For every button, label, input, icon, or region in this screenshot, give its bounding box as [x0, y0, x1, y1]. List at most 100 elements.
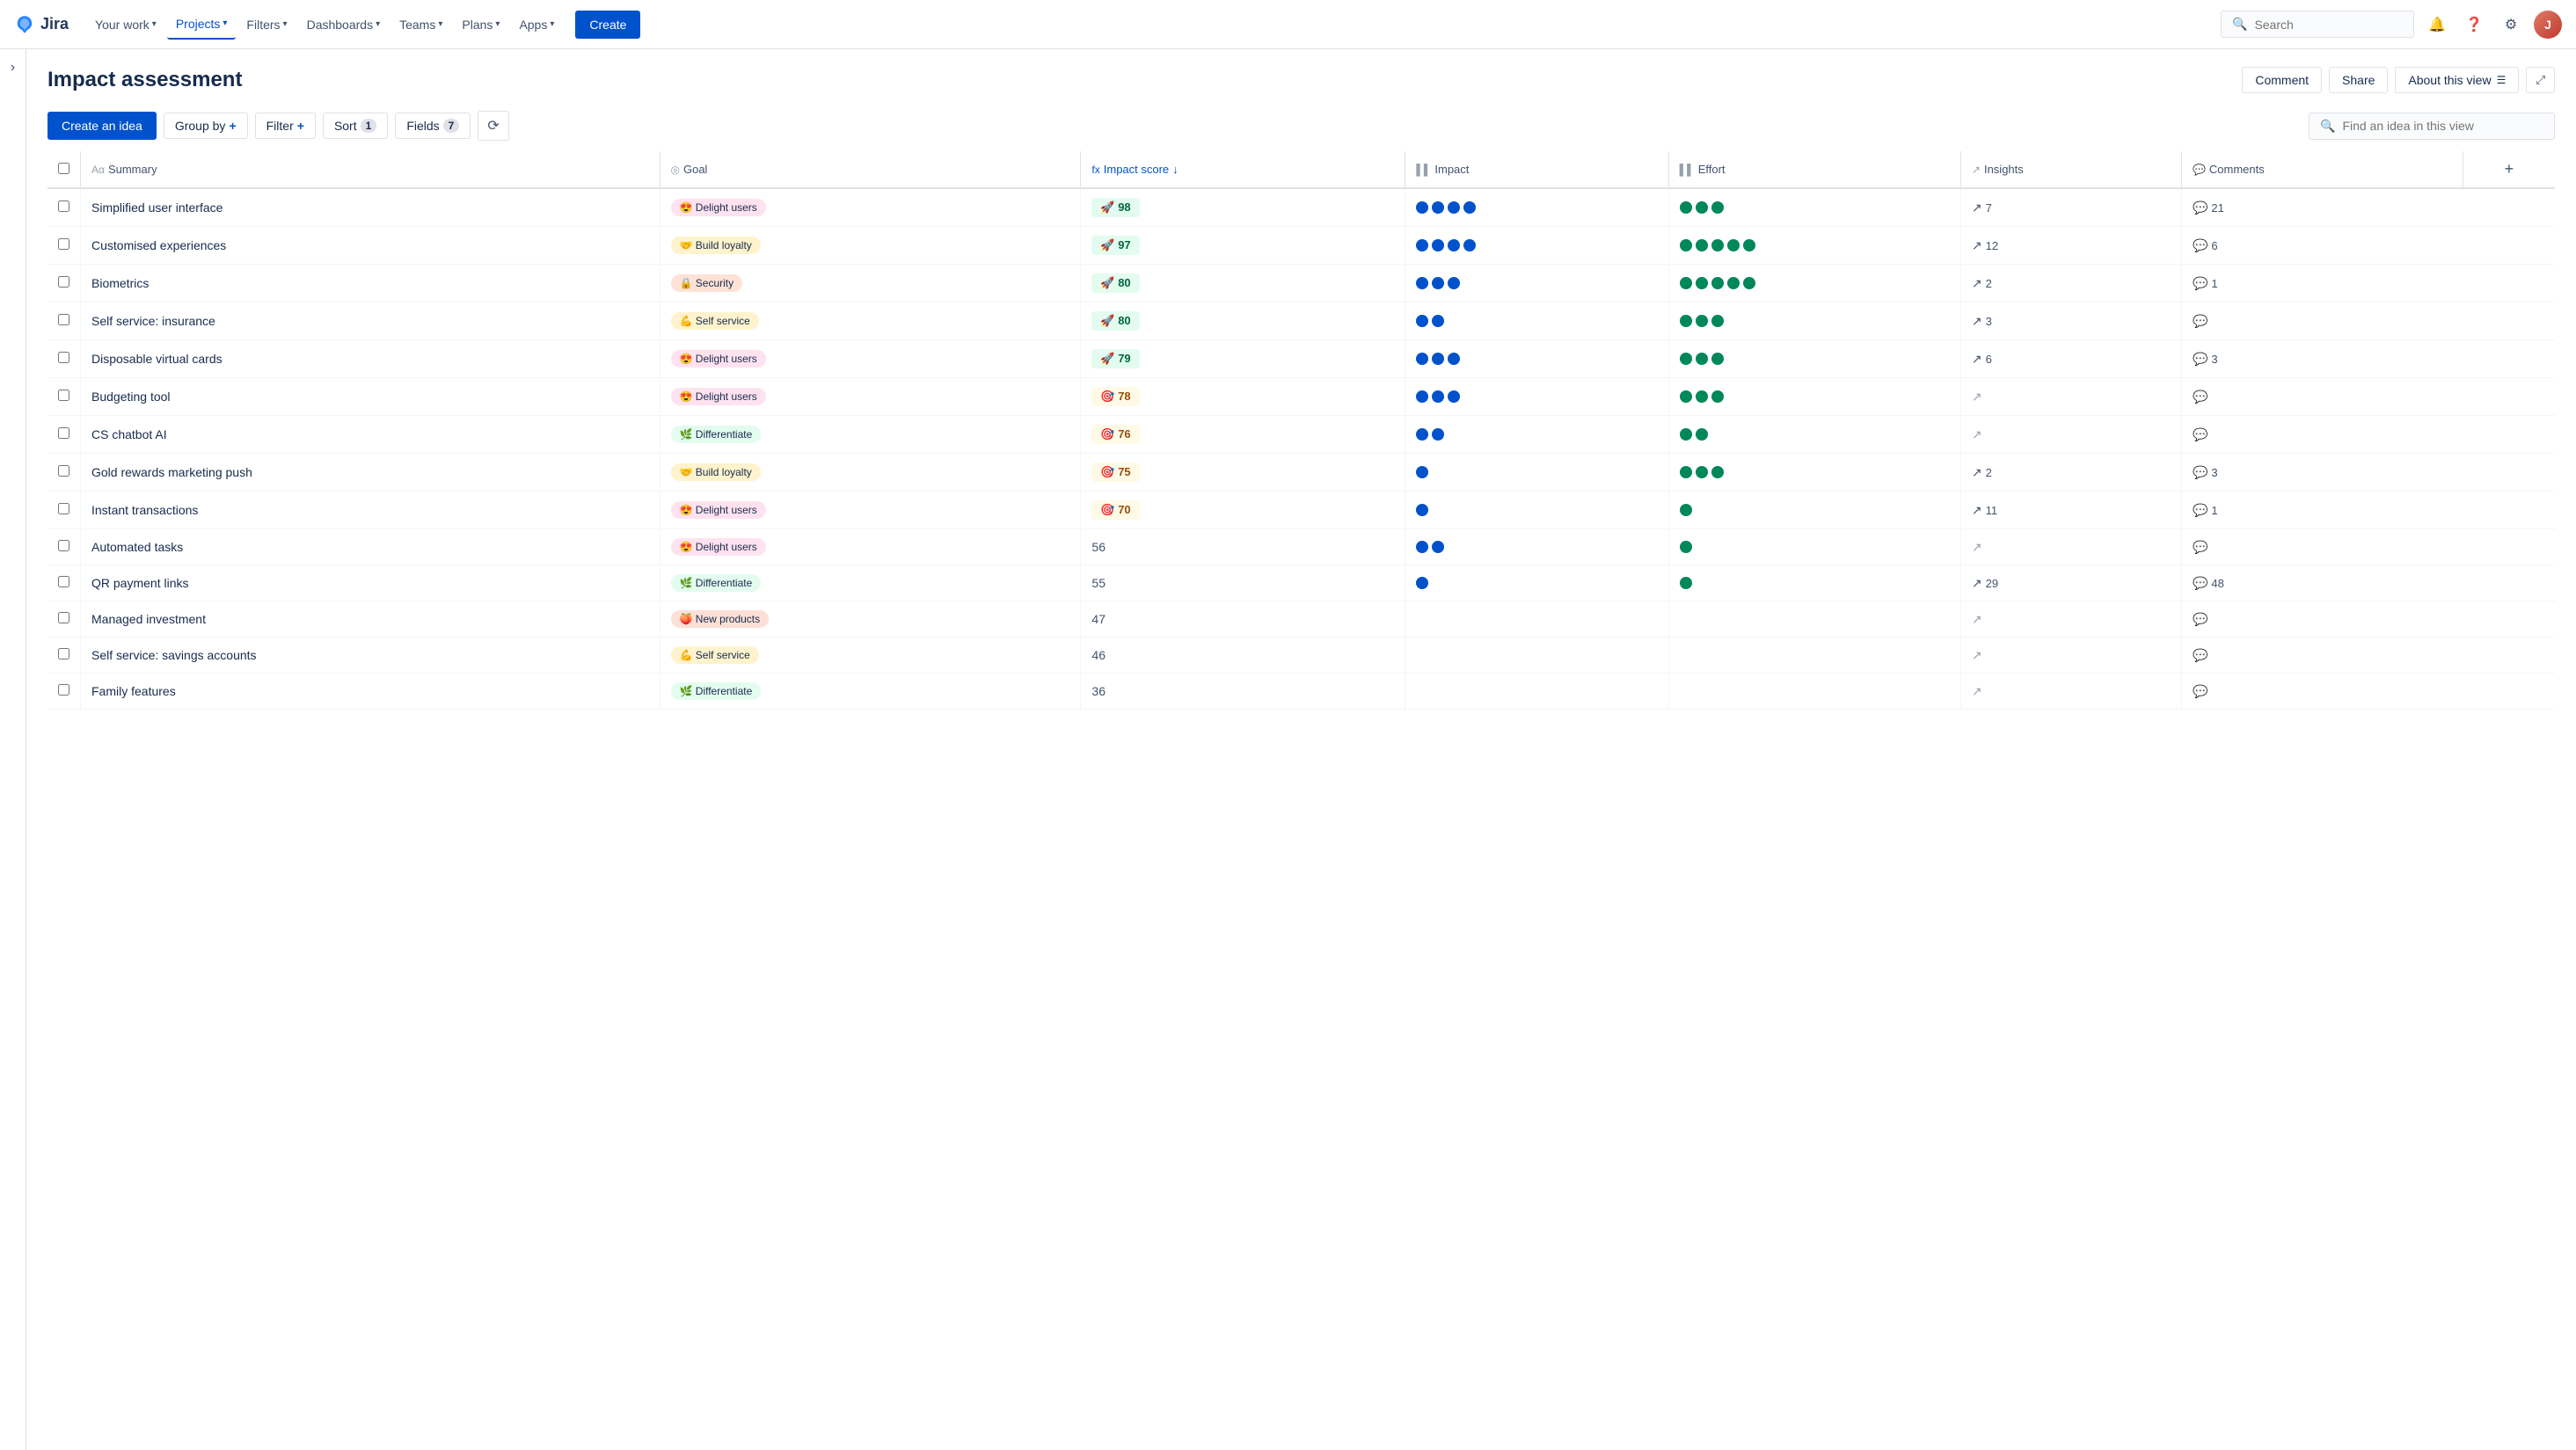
fields-button[interactable]: Fields 7 — [395, 113, 471, 139]
sidebar-toggle[interactable]: › — [0, 49, 26, 1450]
help-icon[interactable]: ❓ — [2462, 12, 2486, 37]
topnav-link-your-work[interactable]: Your work ▾ — [86, 11, 165, 39]
row-checkbox[interactable] — [58, 390, 69, 401]
refresh-button[interactable]: ⟳ — [478, 111, 508, 141]
row-checkbox[interactable] — [58, 314, 69, 325]
goal-badge[interactable]: 😍 Delight users — [671, 388, 766, 405]
notifications-icon[interactable]: 🔔 — [2425, 12, 2449, 37]
topnav-link-apps[interactable]: Apps ▾ — [510, 11, 563, 39]
row-summary[interactable]: Automated tasks — [81, 529, 660, 565]
row-goal[interactable]: 🤝 Build loyalty — [660, 454, 1081, 492]
goal-badge[interactable]: 🤝 Build loyalty — [671, 463, 761, 481]
trend-icon: ↗ — [1972, 390, 1982, 404]
topnav-link-teams[interactable]: Teams ▾ — [390, 11, 451, 39]
effort-dot — [1711, 201, 1724, 214]
goal-badge[interactable]: 🌿 Differentiate — [671, 574, 762, 592]
about-this-view-button[interactable]: About this view ☰ — [2395, 67, 2519, 93]
impact-dot — [1432, 239, 1444, 251]
row-goal[interactable]: 💪 Self service — [660, 302, 1081, 340]
row-goal[interactable]: 😍 Delight users — [660, 492, 1081, 529]
impact-dot — [1448, 390, 1460, 403]
create-idea-button[interactable]: Create an idea — [47, 112, 157, 140]
goal-badge[interactable]: 😍 Delight users — [671, 350, 766, 368]
row-goal[interactable]: 🔒 Security — [660, 265, 1081, 302]
score-badge-med: 🎯 78 — [1091, 387, 1139, 406]
goal-badge[interactable]: 💪 Self service — [671, 646, 759, 664]
row-goal[interactable]: 🌿 Differentiate — [660, 565, 1081, 601]
row-summary[interactable]: QR payment links — [81, 565, 660, 601]
goal-badge[interactable]: 😍 Delight users — [671, 501, 766, 519]
goal-badge[interactable]: 🍑 New products — [671, 610, 770, 628]
expand-button[interactable]: ⤢ — [2526, 67, 2555, 93]
row-summary[interactable]: Managed investment — [81, 601, 660, 638]
comment-button[interactable]: Comment — [2242, 67, 2322, 93]
sort-button[interactable]: Sort 1 — [323, 113, 388, 139]
row-summary[interactable]: Self service: savings accounts — [81, 638, 660, 674]
impact-dot — [1432, 390, 1444, 403]
row-checkbox[interactable] — [58, 503, 69, 514]
settings-icon[interactable]: ⚙ — [2499, 12, 2523, 37]
goal-badge[interactable]: 😍 Delight users — [671, 199, 766, 216]
toolbar-search-box[interactable]: 🔍 — [2309, 113, 2555, 140]
table-header: Aα Summary ◎ Goal fx — [47, 151, 2555, 188]
goal-badge[interactable]: 🌿 Differentiate — [671, 682, 762, 700]
row-goal[interactable]: 😍 Delight users — [660, 529, 1081, 565]
row-impact-dots — [1405, 638, 1668, 674]
toolbar-search-input[interactable] — [2342, 119, 2543, 133]
row-checkbox[interactable] — [58, 200, 69, 212]
goal-badge[interactable]: 🔒 Security — [671, 274, 743, 292]
row-goal[interactable]: 🌿 Differentiate — [660, 674, 1081, 710]
table-row: Disposable virtual cards😍 Delight users🚀… — [47, 340, 2555, 378]
row-checkbox[interactable] — [58, 576, 69, 587]
fx-icon: fx — [1091, 164, 1099, 176]
row-goal[interactable]: 😍 Delight users — [660, 188, 1081, 227]
group-by-button[interactable]: Group by + — [164, 113, 248, 139]
avatar[interactable]: J — [2534, 11, 2562, 39]
logo[interactable]: Jira — [14, 14, 69, 35]
search-box[interactable]: 🔍 — [2221, 11, 2414, 38]
row-summary[interactable]: Simplified user interface — [81, 188, 660, 227]
row-summary[interactable]: Family features — [81, 674, 660, 710]
topnav-link-plans[interactable]: Plans ▾ — [453, 11, 508, 39]
row-checkbox[interactable] — [58, 684, 69, 696]
goal-badge[interactable]: 🤝 Build loyalty — [671, 237, 761, 254]
filter-button[interactable]: Filter + — [255, 113, 316, 139]
row-summary[interactable]: CS chatbot AI — [81, 416, 660, 454]
row-checkbox[interactable] — [58, 648, 69, 659]
share-button[interactable]: Share — [2329, 67, 2388, 93]
select-all-checkbox[interactable] — [58, 163, 69, 174]
topnav-link-dashboards[interactable]: Dashboards ▾ — [298, 11, 390, 39]
goal-badge[interactable]: 💪 Self service — [671, 312, 759, 330]
row-checkbox[interactable] — [58, 276, 69, 288]
row-goal[interactable]: 🍑 New products — [660, 601, 1081, 638]
th-add-column[interactable]: + — [2463, 151, 2555, 188]
row-goal[interactable]: 😍 Delight users — [660, 340, 1081, 378]
refresh-icon: ⟳ — [487, 119, 499, 134]
row-summary[interactable]: Customised experiences — [81, 227, 660, 265]
row-summary[interactable]: Disposable virtual cards — [81, 340, 660, 378]
topnav-link-filters[interactable]: Filters ▾ — [237, 11, 296, 39]
search-input[interactable] — [2254, 18, 2403, 32]
row-summary[interactable]: Self service: insurance — [81, 302, 660, 340]
row-checkbox[interactable] — [58, 238, 69, 250]
row-impact-dots — [1405, 492, 1668, 529]
row-summary[interactable]: Budgeting tool — [81, 378, 660, 416]
row-checkbox[interactable] — [58, 612, 69, 623]
chevron-down-icon: ▾ — [152, 19, 157, 29]
row-goal[interactable]: 🤝 Build loyalty — [660, 227, 1081, 265]
topnav-link-projects[interactable]: Projects ▾ — [167, 10, 237, 40]
row-summary[interactable]: Gold rewards marketing push — [81, 454, 660, 492]
goal-badge[interactable]: 😍 Delight users — [671, 538, 766, 556]
row-summary[interactable]: Instant transactions — [81, 492, 660, 529]
create-button[interactable]: Create — [575, 11, 640, 39]
row-checkbox[interactable] — [58, 352, 69, 363]
row-checkbox[interactable] — [58, 427, 69, 439]
table-row: Family features🌿 Differentiate36↗💬 — [47, 674, 2555, 710]
row-checkbox[interactable] — [58, 540, 69, 551]
row-summary[interactable]: Biometrics — [81, 265, 660, 302]
row-goal[interactable]: 😍 Delight users — [660, 378, 1081, 416]
goal-badge[interactable]: 🌿 Differentiate — [671, 426, 762, 443]
row-goal[interactable]: 💪 Self service — [660, 638, 1081, 674]
row-goal[interactable]: 🌿 Differentiate — [660, 416, 1081, 454]
row-checkbox[interactable] — [58, 465, 69, 477]
